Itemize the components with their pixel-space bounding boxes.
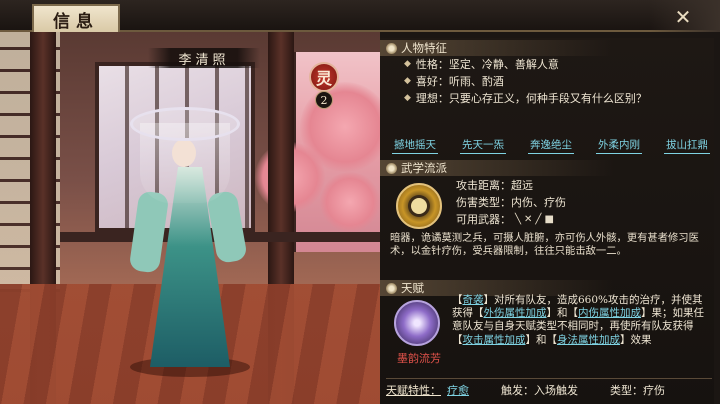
talent-description[interactable]: 【奇袭】对所有队友，造成660%攻击的治疗，并使其获得【外伤属性加成】和【内伤属… xyxy=(452,294,708,358)
stat-weapons: 可用武器： ╲ ✕ ╱ ■ xyxy=(456,211,706,228)
talent-trigger: 触发：入场触发 xyxy=(501,383,578,397)
traits-header: 人物特征 xyxy=(380,40,714,56)
tag-link[interactable]: 拔山扛鼎 xyxy=(664,136,710,154)
stat-range: 攻击距离：超远 xyxy=(456,179,533,192)
info-panel: 人物特征 ◆ 性格：坚定、冷静、善解人意 ◆ 喜好：听雨、酌酒 ◆ 理想：只要心存正义… xyxy=(380,38,714,404)
talent-keyword-link[interactable]: 外伤属性加成 xyxy=(484,307,547,319)
trait-text: 喜好：听雨、酌酒 xyxy=(415,75,504,88)
dart-icon: ✕ xyxy=(524,214,533,225)
martial-heading: 武学流派 xyxy=(401,161,447,175)
tag-link[interactable]: 外柔内刚 xyxy=(596,136,642,154)
tag-link[interactable]: 先天一炁 xyxy=(460,136,506,154)
talent-trait-label: 天赋特性： xyxy=(386,383,441,397)
talent-keyword-link[interactable]: 内伤属性加成 xyxy=(578,307,641,319)
talent-footer: 天赋特性： 疗愈 触发：入场触发 类型：疗伤 xyxy=(386,378,712,398)
talent-keyword-link[interactable]: 身法属性加成 xyxy=(557,334,620,346)
talent-trait-value[interactable]: 疗愈 xyxy=(447,382,469,398)
weapon-icons: ╲ ✕ ╱ ■ xyxy=(515,211,554,228)
trait-text: 性格：坚定、冷静、善解人意 xyxy=(415,58,559,71)
close-icon: ✕ xyxy=(674,5,692,29)
traits-heading: 人物特征 xyxy=(401,41,447,55)
weapons-label: 可用武器： xyxy=(456,213,511,226)
shuriken-icon[interactable] xyxy=(396,183,442,229)
talent-keyword-link[interactable]: 攻击属性加成 xyxy=(463,334,526,346)
trait-row: ◆ 性格：坚定、冷静、善解人意 xyxy=(404,56,704,73)
character-portrait xyxy=(128,107,250,377)
talent-type: 类型：疗伤 xyxy=(610,383,665,397)
box-icon: ■ xyxy=(544,214,554,225)
top-bar: 信息 ✕ xyxy=(0,0,720,32)
needle-icon: ╲ xyxy=(515,214,522,225)
talent-swirl-icon[interactable] xyxy=(394,300,440,346)
trait-tags: 撼地摇天 先天一炁 奔逸绝尘 外柔内刚 拔山扛鼎 xyxy=(392,136,710,154)
tag-link[interactable]: 撼地摇天 xyxy=(392,136,438,154)
close-button[interactable]: ✕ xyxy=(668,6,698,28)
trait-text: 理想：只要心存正义，何种手段又有什么区别？ xyxy=(415,92,647,105)
tag-link[interactable]: 奔逸绝尘 xyxy=(528,136,574,154)
talent-name: 墨韵流芳 xyxy=(397,352,441,365)
trait-row: ◆ 喜好：听雨、酌酒 xyxy=(404,73,704,90)
talent-keyword-link[interactable]: 奇袭 xyxy=(463,294,484,306)
martial-header: 武学流派 xyxy=(380,160,714,176)
martial-description: 暗器，诡谲莫测之兵，可摄人脏腑，亦可伤人外骸，更有甚者修习医术，以金针疗伤，受兵… xyxy=(390,232,699,257)
diamond-bullet-icon: ◆ xyxy=(404,59,411,69)
talent-text-fragment: 】和【 xyxy=(546,307,579,320)
flower-icon xyxy=(386,162,397,174)
character-name: 李清照 xyxy=(148,48,260,68)
talent-heading: 天赋 xyxy=(401,281,424,295)
stat-damage-type: 伤害类型：内伤、疗伤 xyxy=(456,196,566,209)
flower-icon xyxy=(386,42,397,54)
flower-icon xyxy=(386,282,397,294)
spirit-badge[interactable]: 灵 xyxy=(309,62,339,92)
martial-stats: 攻击距离：超远 伤害类型：内伤、疗伤 可用武器： ╲ ✕ ╱ ■ xyxy=(456,177,706,228)
talent-text-fragment: 】效果 xyxy=(620,333,652,346)
page-title: 信息 xyxy=(32,4,120,32)
diamond-bullet-icon: ◆ xyxy=(404,76,411,86)
traits-list: ◆ 性格：坚定、冷静、善解人意 ◆ 喜好：听雨、酌酒 ◆ 理想：只要心存正义，何种手段… xyxy=(404,56,704,107)
spirit-count: 2 xyxy=(315,91,333,109)
diamond-bullet-icon: ◆ xyxy=(404,93,411,103)
trait-row: ◆ 理想：只要心存正义，何种手段又有什么区别？ xyxy=(404,90,704,107)
talent-text-fragment: 】和【 xyxy=(525,333,558,346)
blade-icon: ╱ xyxy=(535,214,542,225)
cherry-blossom xyxy=(320,172,380,232)
talent-text-fragment: 【 xyxy=(452,294,463,306)
